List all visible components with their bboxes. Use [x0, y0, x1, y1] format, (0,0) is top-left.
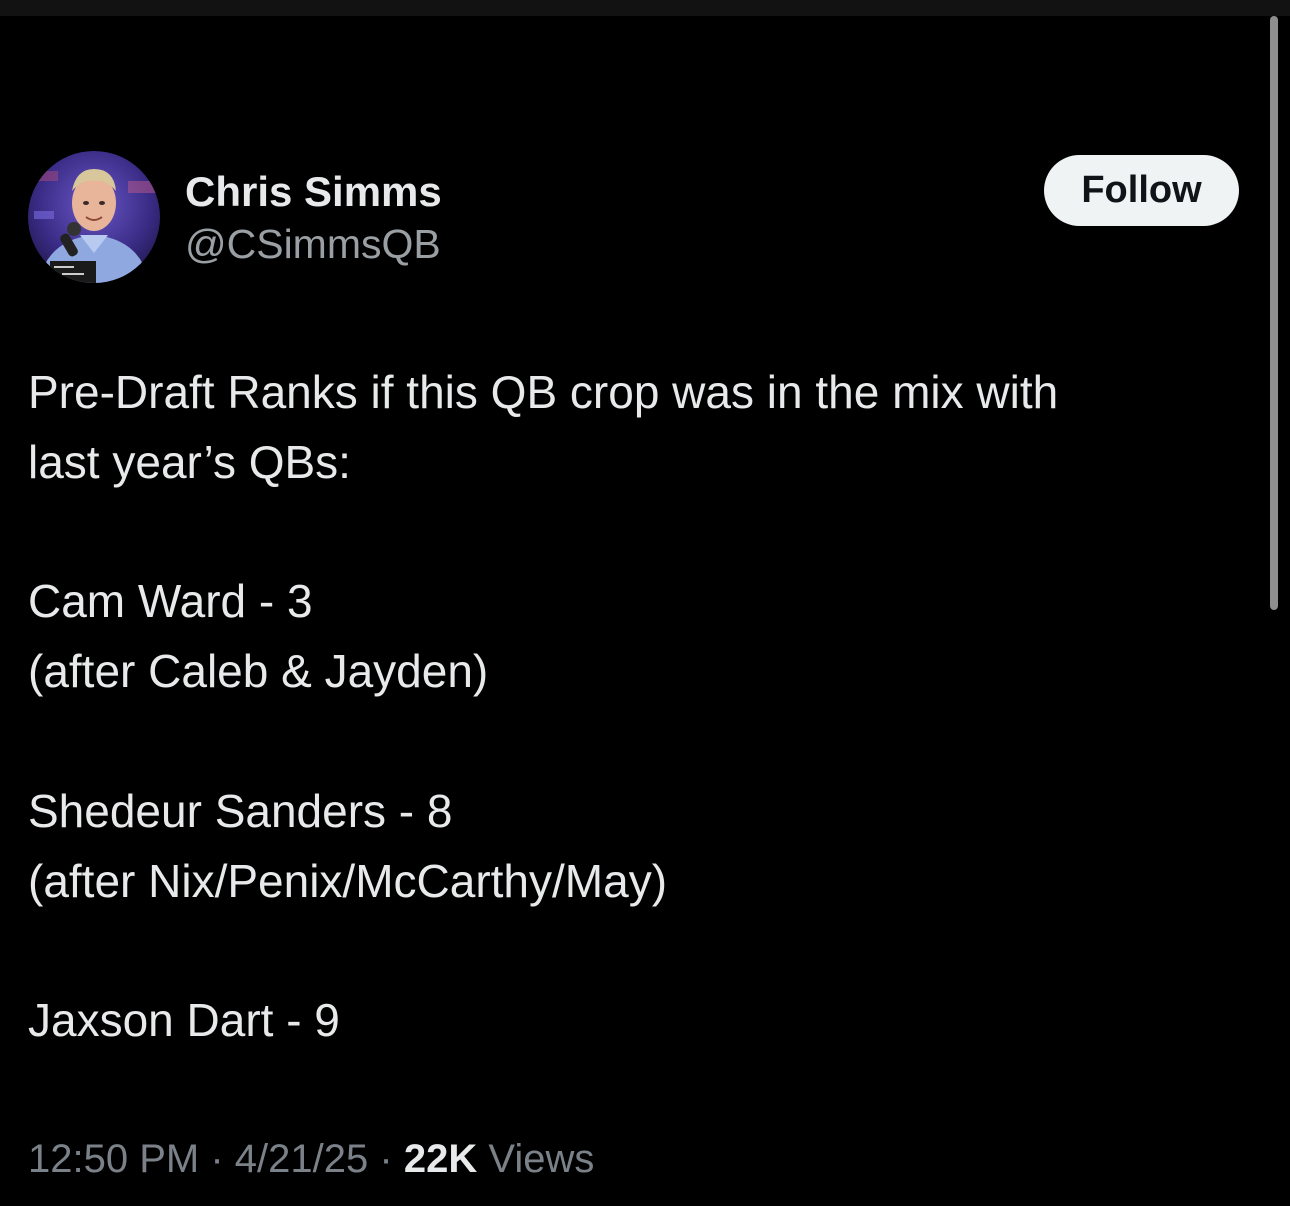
- meta-separator: ·: [210, 1137, 224, 1181]
- follow-button[interactable]: Follow: [1044, 155, 1239, 226]
- tweet-text-line: Cam Ward - 3: [28, 575, 313, 627]
- scrollbar[interactable]: [1270, 16, 1278, 610]
- tweet-time[interactable]: 12:50 PM: [28, 1137, 199, 1181]
- tweet-text-line: (after Caleb & Jayden): [28, 645, 489, 697]
- tweet-date[interactable]: 4/21/25: [235, 1137, 368, 1181]
- tweet-text-line: Shedeur Sanders - 8: [28, 785, 453, 837]
- meta-separator: ·: [379, 1137, 393, 1181]
- author-display-name[interactable]: Chris Simms: [185, 168, 442, 216]
- top-bar: [0, 0, 1290, 16]
- tweet-meta: 12:50 PM · 4/21/25 · 22K Views: [28, 1132, 594, 1186]
- tweet-text-line: Pre-Draft Ranks if this QB crop was in t…: [28, 366, 1059, 418]
- tweet-text-line: last year’s QBs:: [28, 436, 351, 488]
- tweet-page: Chris Simms @CSimmsQB Follow Pre-Draft R…: [0, 0, 1290, 1206]
- avatar[interactable]: [28, 151, 160, 283]
- author-handle[interactable]: @CSimmsQB: [185, 220, 441, 268]
- tweet-text-line: (after Nix/Penix/McCarthy/May): [28, 855, 668, 907]
- avatar-photo: [28, 151, 160, 283]
- views-count[interactable]: 22K: [404, 1137, 477, 1181]
- tweet-text-line: Jaxson Dart - 9: [28, 994, 340, 1046]
- views-label[interactable]: Views: [488, 1137, 594, 1181]
